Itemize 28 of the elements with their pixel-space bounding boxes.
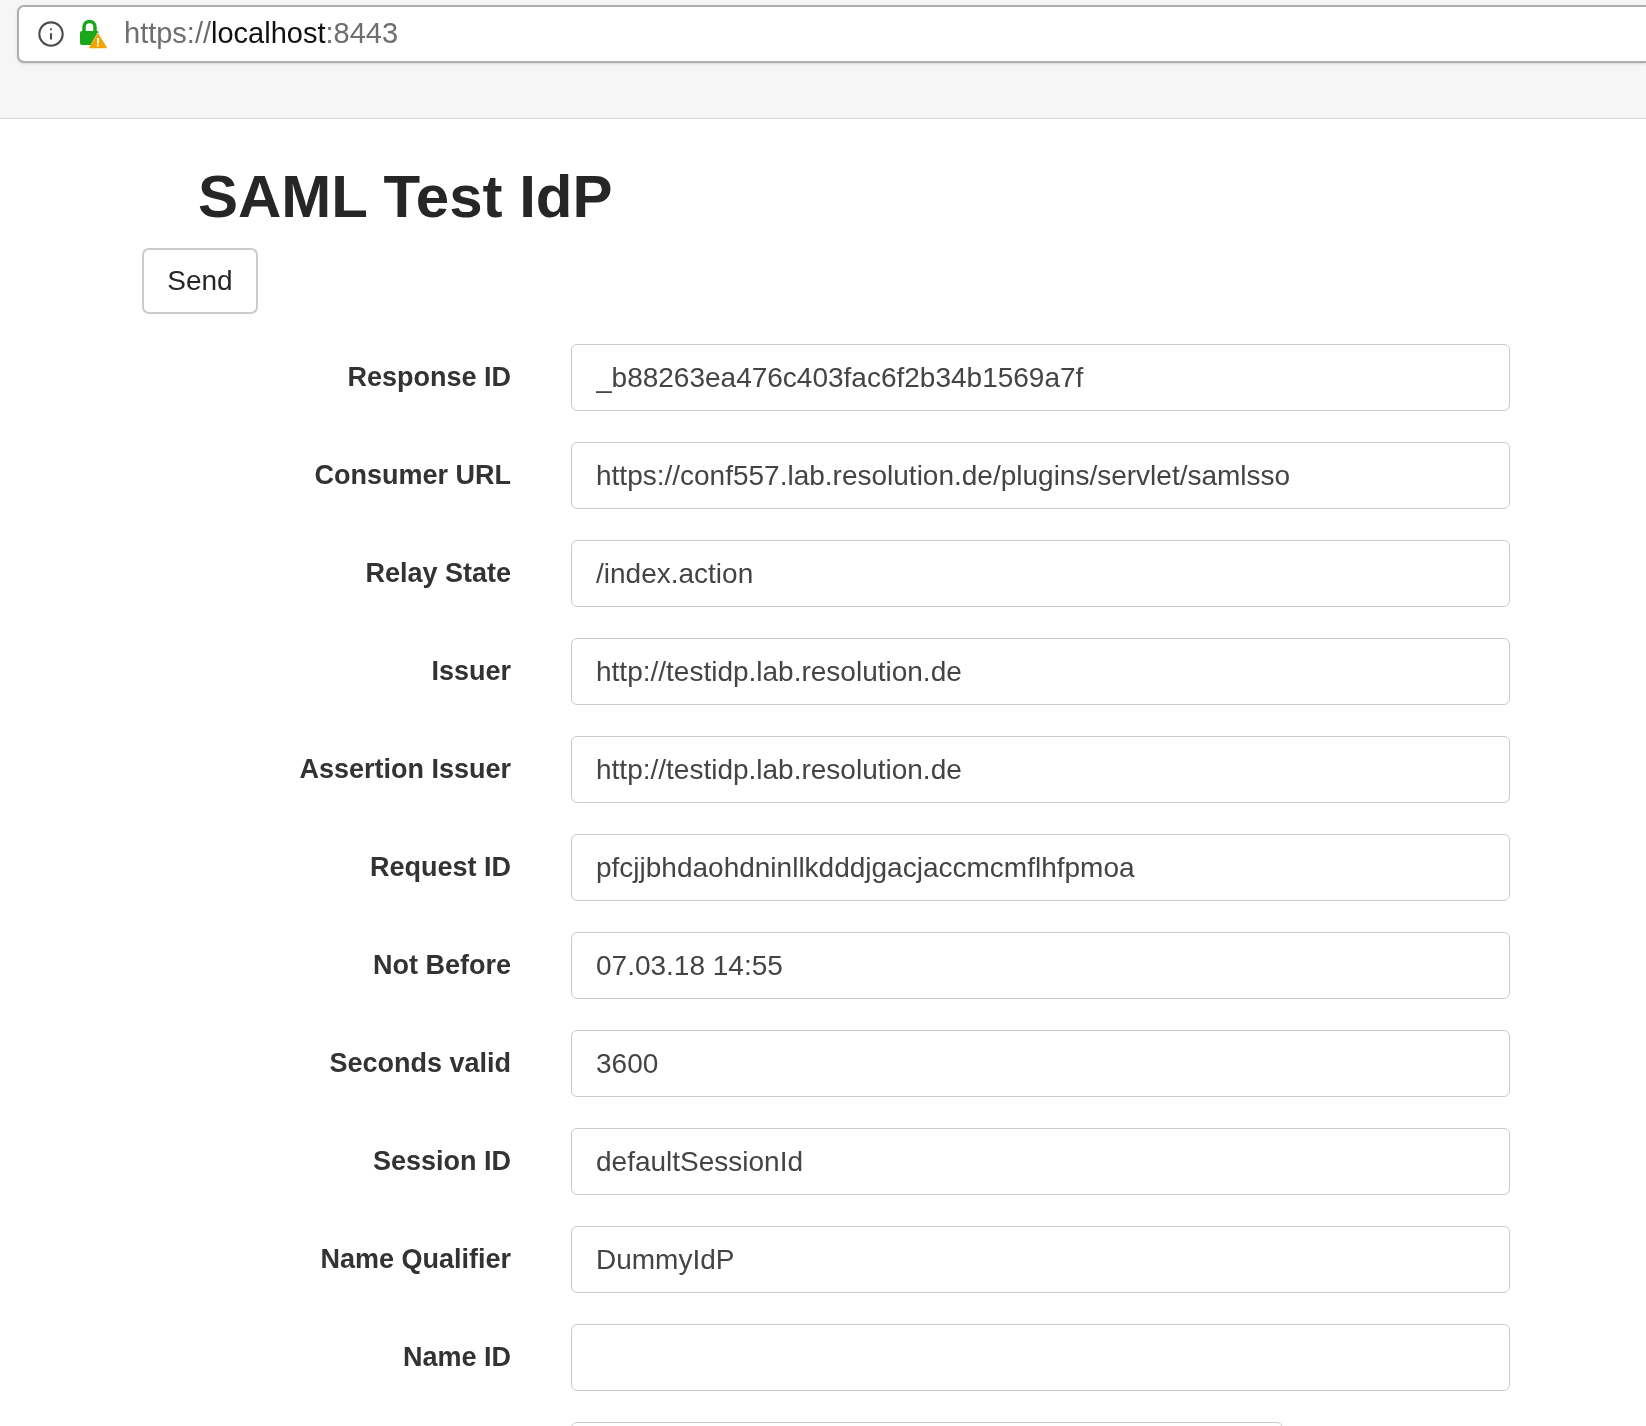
input-field[interactable]: defaultSessionId [571,1128,1510,1195]
url-text[interactable]: https://localhost:8443 [124,12,399,56]
send-button[interactable]: Send [142,248,258,314]
input-field[interactable]: 07.03.18 14:55 [571,932,1510,999]
field-label: Response ID [347,364,511,391]
input-field[interactable]: /index.action [571,540,1510,607]
input-field[interactable]: http://testidp.lab.resolution.de [571,736,1510,803]
page-title: SAML Test IdP [198,164,613,230]
field-label: Not Before [373,952,511,979]
input-field[interactable]: DummyIdP [571,1226,1510,1293]
address-bar[interactable]: https://localhost:8443 [17,5,1646,63]
input-field[interactable]: pfcjjbhdaohdninllkdddjgacjaccmcmflhfpmoa [571,834,1510,901]
lock-warning-icon[interactable] [79,19,108,49]
info-icon[interactable] [37,20,65,48]
input-field[interactable]: https://conf557.lab.resolution.de/plugins/servlet/samlsso [571,442,1510,509]
field-label: Request ID [369,854,511,881]
field-label: Relay State [365,560,511,587]
field-label: Seconds valid [329,1050,511,1077]
field-label: Name Qualifier [320,1246,511,1273]
input-field[interactable]: http://testidp.lab.resolution.de [571,638,1510,705]
input-field[interactable]: _b88263ea476c403fac6f2b34b1569a7f [571,344,1510,411]
input-field[interactable]: 3600 [571,1030,1510,1097]
field-label: Assertion Issuer [299,756,511,783]
field-label: Issuer [431,658,511,685]
field-label: Session ID [372,1148,511,1175]
field-label: Consumer URL [314,462,511,489]
field-label: Name ID [402,1344,511,1371]
input-field[interactable] [571,1324,1510,1391]
